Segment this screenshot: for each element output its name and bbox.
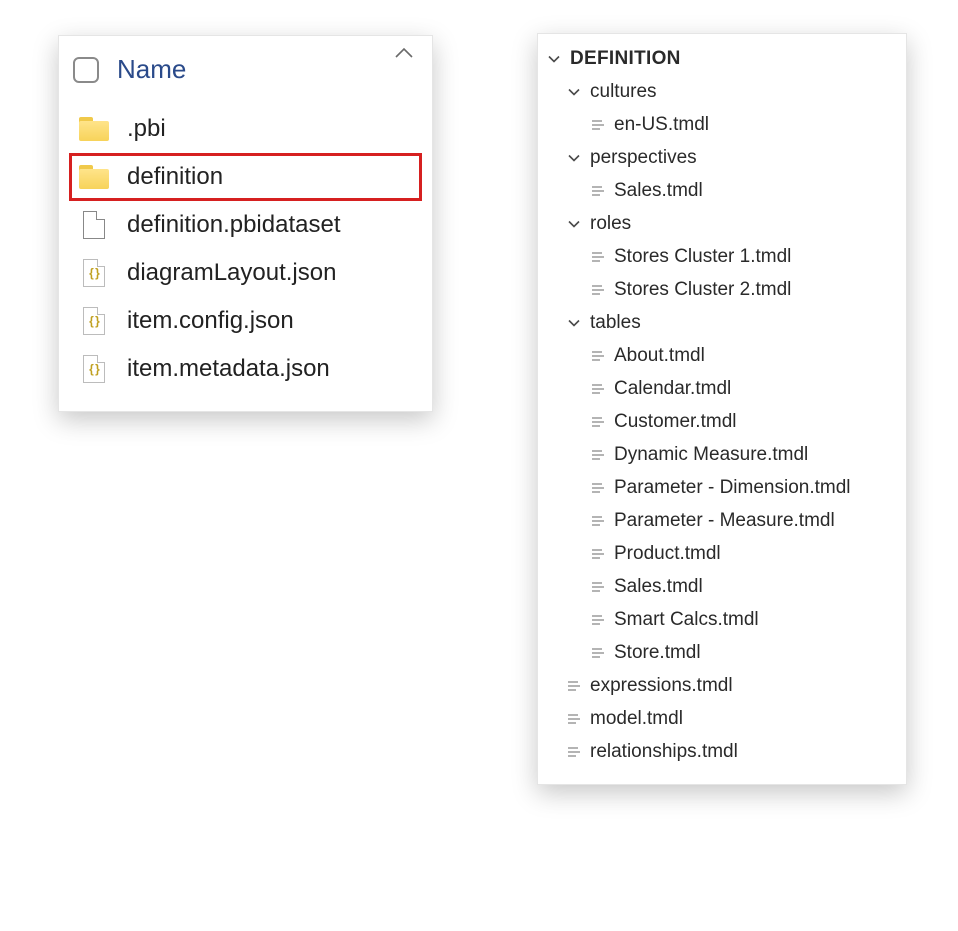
select-all-checkbox[interactable] [73, 57, 99, 83]
tree-file-label: Parameter - Dimension.tmdl [614, 477, 851, 499]
tree-folder-label: cultures [590, 81, 657, 103]
tree-file-label: About.tmdl [614, 345, 705, 367]
tree-file[interactable]: expressions.tmdl [546, 669, 892, 702]
file-list: .pbi definition definition.pbidataset diagr… [69, 105, 422, 393]
file-lines-icon [566, 678, 582, 694]
file-explorer-header[interactable]: Name [69, 50, 422, 105]
tree-file-label: Smart Calcs.tmdl [614, 609, 759, 631]
tree-folder-label: roles [590, 213, 631, 235]
file-lines-icon [566, 744, 582, 760]
tree-file[interactable]: Sales.tmdl [546, 174, 892, 207]
file-icon [83, 211, 105, 239]
file-lines-icon [566, 711, 582, 727]
file-row[interactable]: definition [69, 153, 422, 201]
tree-folder[interactable]: perspectives [546, 141, 892, 174]
file-name-label: definition.pbidataset [127, 211, 341, 239]
file-lines-icon [590, 282, 606, 298]
tree-file-label: expressions.tmdl [590, 675, 733, 697]
json-file-icon [83, 355, 105, 383]
file-lines-icon [590, 381, 606, 397]
tree-file-label: Sales.tmdl [614, 576, 703, 598]
tree-file[interactable]: Parameter - Measure.tmdl [546, 504, 892, 537]
tree-file-label: Customer.tmdl [614, 411, 736, 433]
file-name-label: item.metadata.json [127, 355, 330, 383]
file-lines-icon [590, 117, 606, 133]
tree-file-label: Product.tmdl [614, 543, 721, 565]
tree-file[interactable]: en-US.tmdl [546, 108, 892, 141]
tree-folder[interactable]: tables [546, 306, 892, 339]
file-name-label: diagramLayout.json [127, 259, 336, 287]
file-lines-icon [590, 183, 606, 199]
file-row[interactable]: diagramLayout.json [69, 249, 422, 297]
tree-folder-label: perspectives [590, 147, 697, 169]
file-row[interactable]: .pbi [69, 105, 422, 153]
json-file-icon [83, 259, 105, 287]
folder-icon [79, 165, 109, 189]
tree-file[interactable]: Stores Cluster 1.tmdl [546, 240, 892, 273]
column-header-name[interactable]: Name [117, 54, 186, 85]
tree-file[interactable]: Customer.tmdl [546, 405, 892, 438]
tree-file[interactable]: Dynamic Measure.tmdl [546, 438, 892, 471]
tree-file-label: Sales.tmdl [614, 180, 703, 202]
file-row[interactable]: definition.pbidataset [69, 201, 422, 249]
file-lines-icon [590, 546, 606, 562]
tree-file-label: Stores Cluster 2.tmdl [614, 279, 791, 301]
tree-file-label: en-US.tmdl [614, 114, 709, 136]
tree-file-label: Parameter - Measure.tmdl [614, 510, 835, 532]
chevron-down-icon[interactable] [566, 84, 582, 100]
chevron-down-icon[interactable] [566, 315, 582, 331]
file-lines-icon [590, 414, 606, 430]
tree-file[interactable]: relationships.tmdl [546, 735, 892, 768]
file-lines-icon [590, 348, 606, 364]
tree-file-label: Dynamic Measure.tmdl [614, 444, 808, 466]
file-lines-icon [590, 513, 606, 529]
file-lines-icon [590, 579, 606, 595]
tree-folder[interactable]: roles [546, 207, 892, 240]
file-lines-icon [590, 249, 606, 265]
tree-file[interactable]: Parameter - Dimension.tmdl [546, 471, 892, 504]
tree-root-label: DEFINITION [570, 48, 681, 70]
chevron-down-icon[interactable] [546, 51, 562, 67]
tree-view-panel: DEFINITION cultures en-US.tmdl perspectives… [537, 33, 907, 785]
tree-file[interactable]: About.tmdl [546, 339, 892, 372]
tree-folder[interactable]: cultures [546, 75, 892, 108]
tree-file-label: relationships.tmdl [590, 741, 738, 763]
file-lines-icon [590, 645, 606, 661]
file-lines-icon [590, 612, 606, 628]
tree-file-label: Stores Cluster 1.tmdl [614, 246, 791, 268]
json-file-icon [83, 307, 105, 335]
tree-file[interactable]: Smart Calcs.tmdl [546, 603, 892, 636]
tree-file[interactable]: Sales.tmdl [546, 570, 892, 603]
file-row[interactable]: item.metadata.json [69, 345, 422, 393]
tree-file[interactable]: Product.tmdl [546, 537, 892, 570]
tree-file-label: model.tmdl [590, 708, 683, 730]
chevron-down-icon[interactable] [566, 216, 582, 232]
tree-file[interactable]: Calendar.tmdl [546, 372, 892, 405]
tree-file-label: Store.tmdl [614, 642, 701, 664]
file-explorer-panel: Name .pbi definition definition.pbidataset… [58, 35, 433, 412]
chevron-down-icon[interactable] [566, 150, 582, 166]
tree-root[interactable]: DEFINITION [546, 42, 892, 75]
tree-file[interactable]: model.tmdl [546, 702, 892, 735]
file-lines-icon [590, 480, 606, 496]
file-name-label: definition [127, 163, 223, 191]
folder-icon [79, 117, 109, 141]
sort-chevron-up-icon[interactable] [394, 46, 414, 65]
file-row[interactable]: item.config.json [69, 297, 422, 345]
file-name-label: .pbi [127, 115, 166, 143]
file-name-label: item.config.json [127, 307, 294, 335]
tree-folder-label: tables [590, 312, 641, 334]
tree-file[interactable]: Stores Cluster 2.tmdl [546, 273, 892, 306]
file-lines-icon [590, 447, 606, 463]
tree-file-label: Calendar.tmdl [614, 378, 731, 400]
tree-file[interactable]: Store.tmdl [546, 636, 892, 669]
